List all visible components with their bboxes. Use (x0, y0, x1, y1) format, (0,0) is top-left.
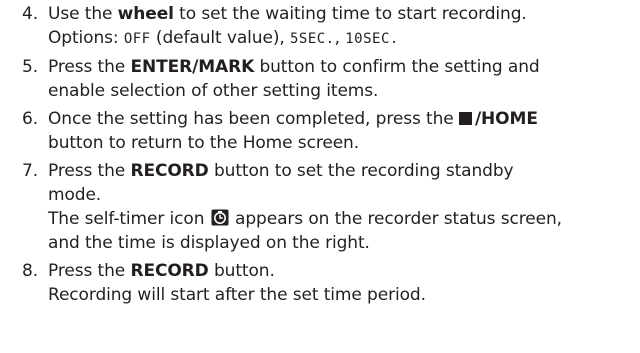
control-name-home: /HOME (474, 109, 538, 129)
step-number: 6. (22, 109, 39, 129)
step-6: 6. Once the setting has been completed, … (22, 107, 628, 155)
step-text: Press the (48, 261, 131, 281)
option-separator: , (334, 28, 346, 48)
step-text: Use the (48, 4, 118, 24)
options-line: Options: OFF (default value), 5SEC., 10S… (48, 26, 628, 51)
step-text: Press the (48, 57, 131, 77)
options-label: Options: (48, 28, 124, 48)
step-number: 4. (22, 4, 39, 24)
step-body: Press the ENTER/MARK button to confirm t… (48, 55, 628, 103)
step-line: The self-timer icon appears on the recor… (48, 207, 628, 231)
step-line: mode. (48, 185, 102, 205)
option-10sec: 10SEC. (345, 31, 399, 47)
step-body: Press the RECORD button. Recording will … (48, 259, 628, 307)
step-text: Press the (48, 161, 131, 181)
step-number: 5. (22, 57, 39, 77)
step-line: button to return to the Home screen. (48, 133, 360, 153)
self-timer-icon (211, 209, 229, 226)
step-line: Use the wheel to set the waiting time to… (48, 2, 628, 26)
step-line: enable selection of other setting items. (48, 81, 379, 101)
step-body: Use the wheel to set the waiting time to… (48, 2, 628, 51)
default-note: (default value), (150, 28, 290, 48)
step-text: button. (208, 261, 275, 281)
step-body: Press the RECORD button to set the recor… (48, 159, 628, 255)
control-name-wheel: wheel (117, 4, 174, 24)
step-8: 8. Press the RECORD button. Recording wi… (22, 259, 628, 307)
stop-square-icon (458, 112, 472, 125)
step-text: Once the setting has been completed, pre… (48, 109, 459, 129)
step-4: 4. Use the wheel to set the waiting time… (22, 2, 628, 51)
option-5sec: 5SEC. (289, 31, 335, 47)
control-name-record: RECORD (130, 161, 209, 181)
step-number: 7. (22, 161, 39, 181)
control-name-record: RECORD (130, 261, 209, 281)
step-line: Recording will start after the set time … (48, 285, 426, 305)
step-text: button to confirm the setting and (254, 57, 540, 77)
step-7: 7. Press the RECORD button to set the re… (22, 159, 628, 255)
control-name-enter-mark: ENTER/MARK (130, 57, 255, 77)
step-text: The self-timer icon (48, 209, 210, 229)
step-line: and the time is displayed on the right. (48, 233, 370, 253)
step-number: 8. (22, 261, 39, 281)
step-line: Press the RECORD button to set the recor… (48, 159, 628, 183)
step-line: Once the setting has been completed, pre… (48, 107, 628, 131)
step-5: 5. Press the ENTER/MARK button to confir… (22, 55, 628, 103)
option-off: OFF (123, 31, 151, 47)
step-body: Once the setting has been completed, pre… (48, 107, 628, 155)
step-text: appears on the recorder status screen, (229, 209, 562, 229)
step-line: Press the RECORD button. (48, 259, 628, 283)
instruction-list: 4. Use the wheel to set the waiting time… (0, 0, 640, 353)
step-text: to set the waiting time to start recordi… (173, 4, 527, 24)
step-line: Press the ENTER/MARK button to confirm t… (48, 55, 628, 79)
step-text: button to set the recording standby (208, 161, 514, 181)
